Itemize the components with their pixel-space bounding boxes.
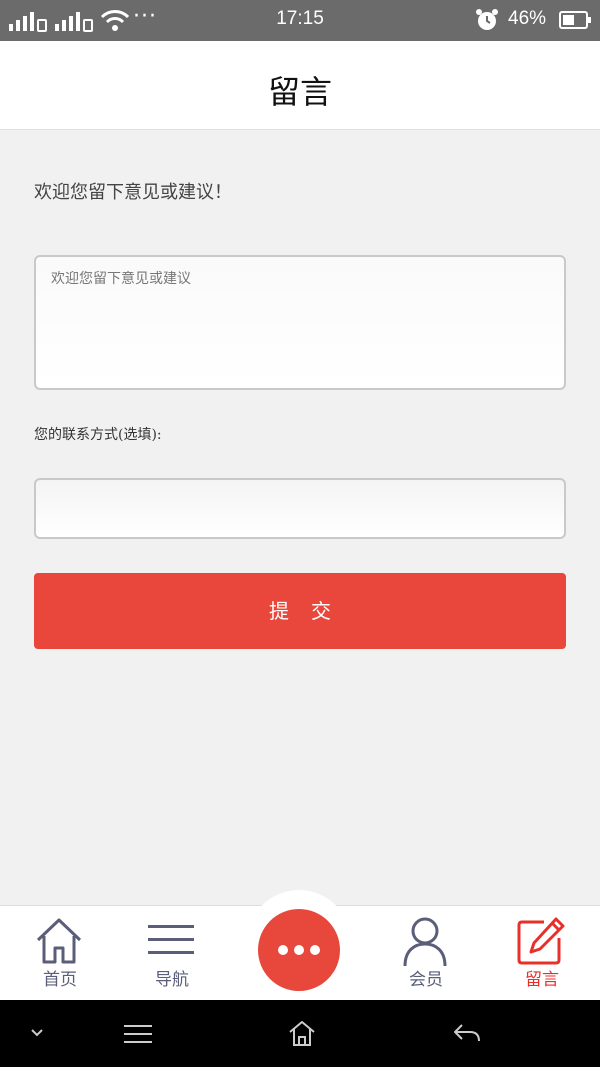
tab-home[interactable]: 首页 <box>0 906 120 1001</box>
tab-member[interactable]: 会员 <box>366 906 486 1001</box>
contact-input[interactable] <box>34 478 566 539</box>
home-icon <box>36 918 82 964</box>
more-dot <box>310 945 320 955</box>
more-dot <box>294 945 304 955</box>
intro-text: 欢迎您留下意见或建议！ <box>34 182 232 203</box>
menu-icon <box>148 925 194 954</box>
back-icon[interactable] <box>452 1022 482 1044</box>
tab-message-label: 留言 <box>525 970 559 990</box>
contact-label: 您的联系方式(选填): <box>34 427 162 443</box>
submit-button[interactable]: 提交 <box>34 573 566 649</box>
page-title: 留言 <box>267 73 332 111</box>
menu-lines-icon[interactable] <box>124 1024 152 1044</box>
battery-icon <box>559 11 591 29</box>
user-icon <box>403 917 447 966</box>
tab-navigation-label: 导航 <box>155 970 189 990</box>
message-input[interactable] <box>34 255 566 390</box>
app-header: 留言 <box>0 41 600 130</box>
tab-message[interactable]: 留言 <box>482 906 600 1001</box>
status-bar: ··· 17:15 46% <box>0 0 600 41</box>
battery-percentage: 46% <box>508 8 547 29</box>
more-button[interactable] <box>258 909 340 991</box>
tab-member-label: 会员 <box>409 970 443 990</box>
tab-home-label: 首页 <box>43 970 77 990</box>
chevron-down-icon[interactable] <box>30 1028 44 1038</box>
more-dots-icon <box>278 945 288 955</box>
home-outline-icon[interactable] <box>288 1019 316 1047</box>
system-nav-bar <box>0 1000 600 1067</box>
alarm-icon <box>476 9 498 30</box>
tab-navigation[interactable]: 导航 <box>112 906 232 1001</box>
edit-icon <box>517 917 565 965</box>
